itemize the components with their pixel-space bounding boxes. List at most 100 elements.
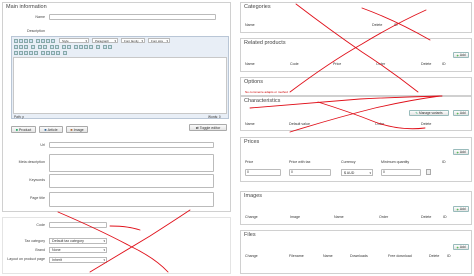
prices-title: Prices <box>244 139 260 145</box>
col-currency: Currency <box>341 160 356 164</box>
cell-props-icon[interactable] <box>24 51 28 55</box>
editor-word-count: Words: 0 <box>208 115 221 119</box>
plus-icon: + <box>456 206 459 212</box>
add-file-button[interactable]: + Add <box>453 244 469 250</box>
font-size-select[interactable]: Font size ▾ <box>148 38 170 43</box>
redo-icon[interactable] <box>67 45 71 49</box>
name-input[interactable] <box>49 14 216 20</box>
add-related-product-button[interactable]: + Add <box>453 52 469 58</box>
text-color-icon[interactable] <box>103 45 107 49</box>
url-label: Url <box>40 143 45 147</box>
link-icon[interactable] <box>74 45 78 49</box>
rich-text-editor: Style ▾ Paragraph ▾ Font family ▾ Font size… <box>11 36 229 119</box>
col-image: Image <box>290 215 300 219</box>
plus-icon: + <box>456 244 459 250</box>
categories-title: Categories <box>244 4 271 10</box>
align-center-icon[interactable] <box>41 39 45 43</box>
align-right-icon[interactable] <box>46 39 50 43</box>
col-id: ID <box>394 23 398 27</box>
editor-content-area[interactable] <box>13 57 227 114</box>
plus-icon: + <box>456 110 459 116</box>
url-input[interactable] <box>49 142 214 148</box>
outdent-icon[interactable] <box>50 45 54 49</box>
tax-category-select[interactable]: Default tax category ▾ <box>49 238 107 244</box>
add-image-button[interactable]: + Add <box>453 206 469 212</box>
code-label: Code <box>36 223 45 227</box>
code-input[interactable] <box>49 222 107 228</box>
col-delete: Delete <box>421 62 432 66</box>
keywords-input[interactable] <box>49 174 214 188</box>
files-title: Files <box>244 232 256 238</box>
code-icon[interactable] <box>96 45 100 49</box>
page-title-input[interactable] <box>49 192 214 207</box>
unlink-icon[interactable] <box>79 45 83 49</box>
bold-icon[interactable] <box>14 39 18 43</box>
table-icon[interactable] <box>14 51 18 55</box>
plus-icon: + <box>456 52 459 58</box>
page-title-label: Page title <box>30 196 45 200</box>
insert-image-button[interactable]: ■ Image <box>66 126 88 133</box>
col-order: Order <box>376 62 386 66</box>
insert-row-icon[interactable] <box>29 51 33 55</box>
fullscreen-icon[interactable] <box>63 51 67 55</box>
delete-row-icon[interactable] <box>34 51 38 55</box>
col-order: Order <box>375 122 385 126</box>
underline-icon[interactable] <box>24 39 28 43</box>
anchor-icon[interactable] <box>84 45 88 49</box>
chevron-down-icon: ▾ <box>141 38 143 43</box>
bullet-list-icon[interactable] <box>38 45 42 49</box>
meta-description-label: Meta description <box>18 160 45 164</box>
image-icon[interactable] <box>89 45 93 49</box>
special-char-icon[interactable] <box>56 51 60 55</box>
layout-select[interactable]: Inherit ▾ <box>49 257 107 263</box>
undo-icon[interactable] <box>62 45 66 49</box>
tax-category-label: Tax category <box>24 239 45 243</box>
add-price-button[interactable]: + Add <box>453 149 469 155</box>
editor-path: Path: p <box>14 115 25 119</box>
cut-icon[interactable] <box>14 45 18 49</box>
superscript-icon[interactable] <box>51 51 55 55</box>
minimum-quantity-input[interactable]: 0 <box>381 169 421 176</box>
product-settings-panel: Code Tax category Default tax category ▾ … <box>2 217 231 274</box>
row-props-icon[interactable] <box>19 51 23 55</box>
font-family-select[interactable]: Font family ▾ <box>121 38 145 43</box>
align-left-icon[interactable] <box>36 39 40 43</box>
italic-icon[interactable] <box>19 39 23 43</box>
meta-description-input[interactable] <box>49 154 214 172</box>
background-color-icon[interactable] <box>108 45 112 49</box>
variants-icon: ✎ <box>415 111 419 115</box>
style-select[interactable]: Style ▾ <box>59 38 89 43</box>
numbered-list-icon[interactable] <box>43 45 47 49</box>
manage-variants-button[interactable]: ✎ Manage variants <box>409 110 449 116</box>
insert-product-button[interactable]: ■ Product <box>11 126 36 133</box>
paste-icon[interactable] <box>24 45 28 49</box>
options-warning: No commerce adapts or method <box>245 90 288 94</box>
col-price: Price <box>245 160 254 164</box>
format-select[interactable]: Paragraph ▾ <box>92 38 118 43</box>
add-characteristic-button[interactable]: + Add <box>453 110 469 116</box>
col-downloads: Downloads <box>350 254 368 258</box>
toggle-editor-button[interactable]: ⇄ Toggle editor <box>189 124 227 131</box>
images-panel: Images + Add Change Image Name Order Dele… <box>240 191 472 225</box>
indent-icon[interactable] <box>55 45 59 49</box>
subscript-icon[interactable] <box>46 51 50 55</box>
copy-icon[interactable] <box>19 45 23 49</box>
align-justify-icon[interactable] <box>51 39 55 43</box>
col-change: Change <box>245 254 258 258</box>
delete-price-icon[interactable] <box>426 169 431 175</box>
price-with-tax-input[interactable]: 0 <box>289 169 331 176</box>
col-delete: Delete <box>372 23 383 27</box>
col-name: Name <box>334 215 344 219</box>
find-icon[interactable] <box>31 45 35 49</box>
insert-article-button[interactable]: ■ Article <box>39 126 63 133</box>
strikethrough-icon[interactable] <box>29 39 33 43</box>
price-input[interactable]: 0 <box>245 169 281 176</box>
options-panel: Options No commerce adapts or method <box>240 77 472 96</box>
horizontal-rule-icon[interactable] <box>41 51 45 55</box>
prices-panel: Prices + Add Price Price with tax Currenc… <box>240 137 472 182</box>
currency-select[interactable]: $ AUD ▾ <box>341 169 373 176</box>
col-change: Change <box>245 215 258 219</box>
col-delete: Delete <box>429 254 440 258</box>
brand-select[interactable]: None ▾ <box>49 247 107 253</box>
chevron-down-icon: ▾ <box>114 38 116 43</box>
